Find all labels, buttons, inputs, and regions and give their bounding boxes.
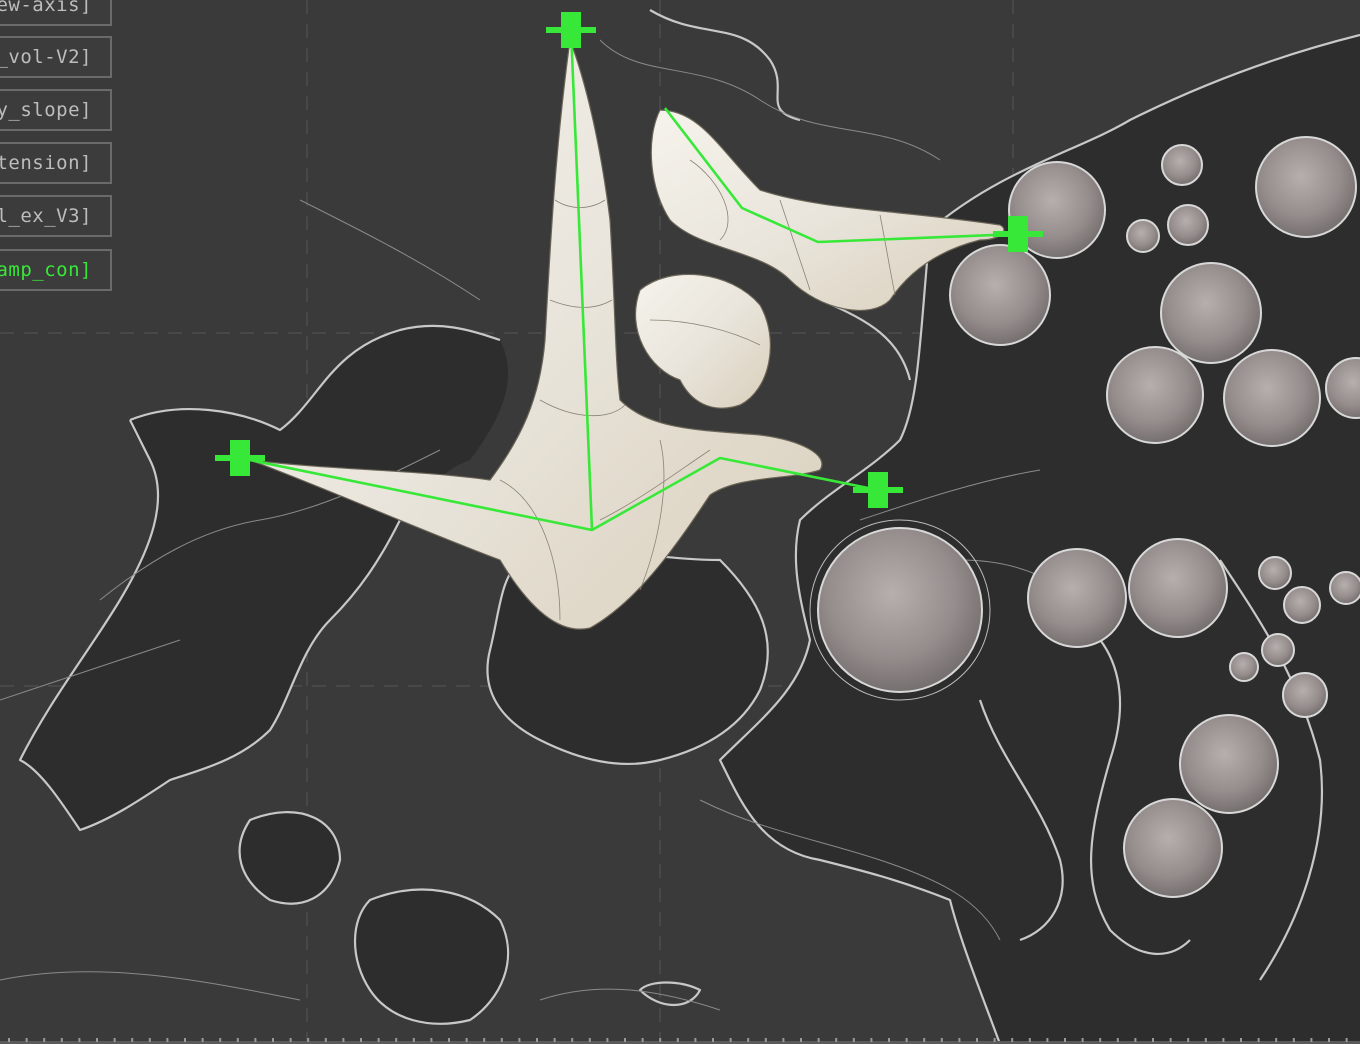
ruler-tick xyxy=(25,1038,28,1042)
ruler-tick xyxy=(1064,1038,1066,1042)
ruler-tick xyxy=(1099,1038,1102,1042)
ruler-tick xyxy=(536,1038,538,1042)
ruler-tick xyxy=(571,1038,574,1042)
layer-chip-3[interactable]: tension] xyxy=(0,142,112,184)
ruler-tick xyxy=(993,1038,996,1042)
ruler-tick xyxy=(1275,1038,1278,1042)
ruler-tick xyxy=(412,1038,415,1042)
ruler-tick xyxy=(712,1038,714,1042)
ruler-tick xyxy=(694,1038,697,1042)
ruler-tick xyxy=(1292,1038,1295,1042)
layer-chip-5-active[interactable]: amp_con] xyxy=(0,249,112,291)
ruler-tick xyxy=(852,1038,855,1042)
ruler-tick xyxy=(342,1038,345,1042)
ruler-tick xyxy=(764,1038,767,1042)
ruler-tick xyxy=(166,1038,169,1042)
ruler-tick xyxy=(254,1038,257,1042)
ruler-tick xyxy=(307,1038,310,1042)
ruler-tick xyxy=(641,1038,644,1042)
3d-viewport[interactable] xyxy=(0,0,1360,1044)
ruler-tick xyxy=(1116,1038,1119,1042)
ruler-tick xyxy=(817,1038,820,1042)
ruler-tick xyxy=(1240,1038,1242,1042)
ruler-tick xyxy=(870,1038,873,1042)
ruler-tick xyxy=(1257,1038,1260,1042)
ruler-tick xyxy=(430,1038,433,1042)
ruler-tick xyxy=(888,1038,890,1042)
layer-chip-2[interactable]: y_slope] xyxy=(0,89,112,131)
ruler-tick xyxy=(272,1038,274,1042)
control-handle-icon[interactable] xyxy=(546,12,596,48)
ruler-tick xyxy=(465,1038,468,1042)
ruler-tick xyxy=(219,1038,222,1042)
ruler-tick xyxy=(940,1038,943,1042)
layer-chip-0[interactable]: ew-axis] xyxy=(0,0,112,26)
layer-chip-1[interactable]: _vol-V2] xyxy=(0,36,112,78)
ruler-tick xyxy=(729,1038,732,1042)
ruler-tick xyxy=(377,1038,380,1042)
ruler-tick xyxy=(1028,1038,1031,1042)
ruler-tick xyxy=(588,1038,591,1042)
ruler-tick xyxy=(1081,1038,1084,1042)
ruler-tick xyxy=(184,1038,186,1042)
ruler-tick xyxy=(43,1038,46,1042)
ruler-tick xyxy=(96,1038,98,1042)
ruler-tick xyxy=(624,1038,626,1042)
ruler-tick xyxy=(606,1038,609,1042)
ruler-tick xyxy=(1011,1038,1014,1042)
ruler-tick xyxy=(1169,1038,1172,1042)
ruler-tick xyxy=(553,1038,556,1042)
ruler-tick xyxy=(1152,1038,1154,1042)
ruler-tick xyxy=(747,1038,750,1042)
ruler-tick xyxy=(1046,1038,1049,1042)
ruler-tick xyxy=(1134,1038,1137,1042)
ruler-tick xyxy=(835,1038,838,1042)
ruler-tick xyxy=(1187,1038,1190,1042)
ruler-tick xyxy=(976,1038,978,1042)
ruler-tick xyxy=(324,1038,327,1042)
ruler-tick xyxy=(518,1038,521,1042)
ruler-tick xyxy=(923,1038,926,1042)
ruler-tick xyxy=(483,1038,486,1042)
ruler-tick xyxy=(800,1038,802,1042)
ruler-tick xyxy=(500,1038,503,1042)
ruler-tick xyxy=(360,1038,362,1042)
ruler-tick xyxy=(958,1038,961,1042)
bottom-ruler xyxy=(0,1038,1360,1044)
ruler-tick xyxy=(905,1038,908,1042)
ruler-tick xyxy=(782,1038,785,1042)
ruler-tick xyxy=(289,1038,292,1042)
ruler-tick xyxy=(236,1038,239,1042)
ruler-tick xyxy=(659,1038,662,1042)
ruler-tick xyxy=(60,1038,63,1042)
ruler-tick xyxy=(113,1038,116,1042)
ruler-tick xyxy=(131,1038,134,1042)
ruler-tick xyxy=(1310,1038,1313,1042)
ruler-tick xyxy=(1222,1038,1225,1042)
layer-chip-4[interactable]: l_ex_V3] xyxy=(0,195,112,237)
ruler-tick xyxy=(1328,1038,1330,1042)
ruler-tick xyxy=(395,1038,398,1042)
ruler-tick xyxy=(448,1038,450,1042)
ruler-tick xyxy=(1345,1038,1348,1042)
ruler-tick xyxy=(201,1038,204,1042)
ruler-tick xyxy=(676,1038,679,1042)
ruler-tick xyxy=(78,1038,81,1042)
ruler-tick xyxy=(8,1038,10,1042)
ruler-tick xyxy=(1204,1038,1207,1042)
ruler-tick xyxy=(148,1038,151,1042)
